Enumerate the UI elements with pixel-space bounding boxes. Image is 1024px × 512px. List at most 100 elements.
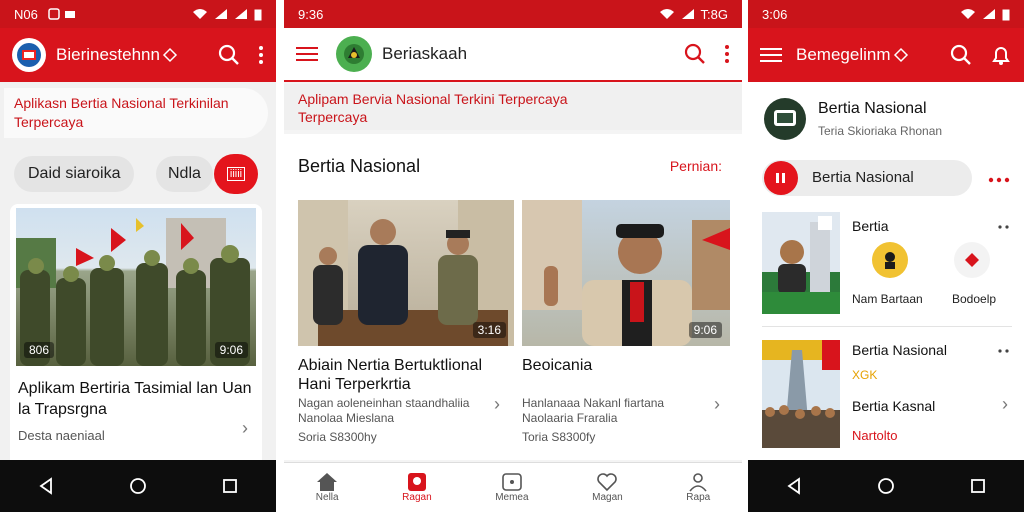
record-icon [764, 161, 798, 195]
tv-icon [774, 110, 796, 126]
phone-screen-1: N06 Bierinestehnn Aplikasn Bertia Nasion… [0, 0, 276, 512]
home-icon [317, 473, 338, 491]
chevron-right-icon[interactable]: › [714, 394, 720, 415]
message-icon [64, 11, 75, 18]
phone-screen-2: 9:36 T:8G Beriaskaah Aplipam Bervia Nasi… [284, 0, 742, 512]
channel-pill[interactable]: Bertia Nasional [762, 160, 972, 196]
chevron-right-icon[interactable]: › [1002, 394, 1008, 415]
app-title-icon [893, 47, 908, 63]
app-title: Bierinestehnn [56, 45, 160, 64]
item-subtitle: Bertia Kasnal [852, 398, 936, 414]
article-card[interactable]: 9:06 Beoicania Hanlanaaa Nakanl fiartana… [522, 200, 730, 450]
media-icon [502, 473, 522, 491]
video-duration: 9:06 [214, 342, 248, 358]
status-time: N06 [14, 6, 38, 22]
profile-header: Bertia Nasional Teria Skioriaka Rhonan [748, 86, 1024, 154]
article-card[interactable]: 3:16 Abiain Nertia Bertuktlional Hani Te… [298, 200, 514, 450]
profile-name: Bertia Nasional [818, 100, 927, 117]
app-title-icon [162, 47, 178, 63]
logo-icon [17, 43, 41, 67]
system-navbar [0, 460, 276, 512]
article-photo: 3:16 [298, 200, 514, 346]
menu-icon[interactable] [760, 46, 782, 64]
section-title: Bertia Nasional [298, 156, 421, 176]
battery-icon [1002, 9, 1010, 20]
article-desc: Hanlanaaa Nakanl fiartana Naolaaria Frar… [522, 396, 665, 425]
app-bar: Bemegelinm [748, 28, 1024, 82]
list-item[interactable]: Bertia Nasional XGK Bertia Kasnal › Nart… [762, 340, 1012, 452]
category-avatar[interactable] [872, 242, 908, 278]
signal-icon [681, 9, 694, 19]
more-icon[interactable] [724, 43, 730, 65]
more-horizontal-icon[interactable] [998, 224, 1010, 230]
bottom-nav-profile[interactable]: Rapa [686, 472, 710, 503]
chip-active[interactable]: iiiii [214, 154, 258, 194]
news-card[interactable]: 806 9:06 Aplikam Bertiria Tasimial lan U… [10, 204, 262, 470]
chevron-right-icon[interactable]: › [494, 394, 500, 415]
battery-icon [254, 9, 262, 20]
search-icon[interactable] [684, 43, 706, 65]
chip-category[interactable]: Daid siaroika [14, 156, 135, 192]
bottom-nav-active[interactable]: Ragan [402, 472, 432, 503]
chevron-right-icon[interactable]: › [242, 418, 248, 439]
recents-icon[interactable] [969, 477, 987, 495]
profile-sub: Teria Skioriaka Rhonan [818, 124, 943, 138]
illustration-image [762, 212, 840, 314]
wifi-icon [659, 9, 674, 19]
status-icons: T:8G [659, 7, 728, 22]
section-action[interactable]: Pernian: [670, 158, 722, 174]
article-photo: 9:06 [522, 200, 730, 346]
home-icon[interactable] [877, 477, 895, 495]
notification-icon[interactable] [990, 44, 1012, 66]
bottom-nav-label: Magan [592, 492, 623, 503]
item-title: Bertia [852, 218, 889, 234]
recents-icon[interactable] [221, 477, 239, 495]
signal-icon [215, 9, 227, 19]
chip-category[interactable]: Ndla [156, 156, 213, 192]
article-meta: Toria S8300fy [522, 430, 596, 444]
banner-text: Aplipam Bervia Nasional Terkini Terperca… [298, 91, 568, 125]
status-icons [192, 8, 262, 21]
status-time: 9:36 [298, 6, 324, 22]
menu-icon[interactable] [296, 45, 318, 63]
avatar[interactable] [764, 98, 806, 140]
app-bar: Bierinestehnn [0, 28, 276, 82]
item-thumbnail [762, 340, 840, 448]
status-time: 3:06 [762, 6, 788, 22]
home-icon[interactable] [129, 477, 147, 495]
back-icon[interactable] [37, 477, 55, 495]
category-avatar[interactable] [954, 242, 990, 278]
more-horizontal-icon[interactable] [998, 348, 1010, 354]
bottom-nav-media[interactable]: Memea [495, 472, 529, 503]
category-label: Nam Bartaan [852, 292, 923, 306]
search-icon[interactable] [218, 44, 240, 66]
chip-row: Daid siaroika Ndla iiiii [0, 152, 276, 196]
video-duration: 806 [24, 342, 55, 358]
news-photo: 806 9:06 [16, 208, 256, 366]
item-link[interactable]: Nartolto [852, 428, 898, 443]
article-title: Beoicania [522, 357, 593, 374]
chip-active-label: iiiii [226, 167, 246, 181]
list-item[interactable]: Bertia Nam Bartaan Bodoelp [762, 212, 1012, 316]
app-logo [336, 36, 372, 72]
notification-icons [48, 8, 76, 20]
logo-icon [344, 44, 364, 64]
status-bar: 9:36 T:8G [284, 0, 742, 28]
article-title: Abiain Nertia Bertuktlional Hani Terperk… [298, 357, 483, 393]
bottom-nav-label: Rapa [686, 492, 711, 503]
bottom-nav: Nella Ragan Memea Magan Rapa [284, 462, 742, 512]
signal-icon [235, 9, 247, 19]
more-icon[interactable] [258, 44, 264, 66]
bottom-nav-home[interactable]: Nella [316, 472, 339, 503]
article-meta: Soria S8300hy [298, 430, 377, 444]
search-icon[interactable] [950, 44, 972, 66]
bottom-nav-favorites[interactable]: Magan [592, 472, 623, 503]
divider [762, 326, 1012, 327]
network-type: T:8G [700, 6, 728, 22]
video-duration: 9:06 [688, 322, 722, 338]
more-horizontal-icon[interactable] [988, 176, 1010, 184]
item-title: Bertia Nasional [852, 342, 947, 358]
category-label: Bodoelp [952, 292, 997, 306]
back-icon[interactable] [785, 477, 803, 495]
status-icons [960, 8, 1010, 21]
